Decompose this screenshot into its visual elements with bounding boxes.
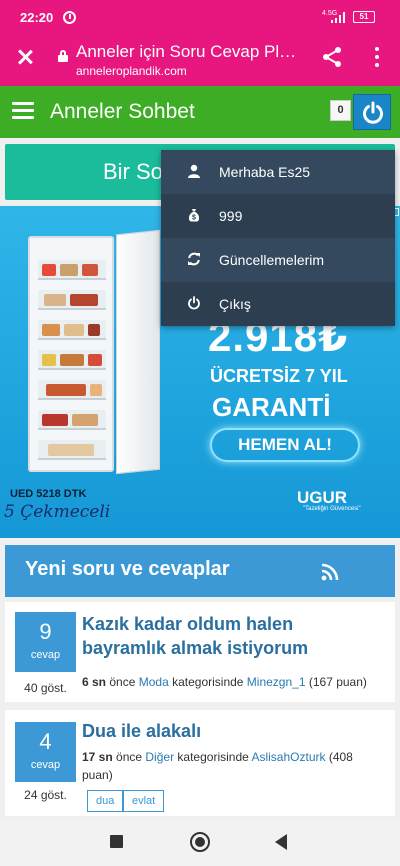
ad-brand-tagline: "Tazeliğin Güvencesi" (303, 506, 361, 512)
answer-count-box: 4 cevap (15, 722, 76, 782)
ad-buy-now-button[interactable]: HEMEN AL! (210, 428, 360, 462)
status-bar: 22:20 4.5G 51 (0, 0, 400, 36)
menu-item-points[interactable]: $ 999 (161, 194, 395, 238)
menu-item-updates-label: Güncellemelerim (219, 252, 325, 268)
answer-count-box: 9 cevap (15, 612, 76, 672)
more-options-icon[interactable] (367, 46, 387, 68)
svg-text:$: $ (192, 215, 196, 222)
menu-item-profile[interactable]: Merhaba Es25 (161, 150, 395, 194)
status-time: 22:20 (20, 10, 54, 25)
tag-dua[interactable]: dua (87, 790, 124, 812)
browser-toolbar: Anneler için Soru Cevap Platf… annelerop… (0, 36, 400, 86)
question-meta: 6 sn önce Moda kategorisinde Minezgn_1 (… (82, 673, 382, 691)
answer-count: 4 (39, 729, 52, 754)
share-icon[interactable] (321, 46, 343, 68)
money-bag-icon: $ (188, 209, 200, 222)
menu-item-profile-label: Merhaba Es25 (219, 164, 311, 180)
recent-apps-icon[interactable] (110, 835, 123, 848)
freezer-image (28, 236, 114, 472)
question-title-link[interactable]: Kazık kadar oldum halen bayramlık almak … (82, 612, 382, 660)
view-count: 24 göst. (24, 788, 67, 802)
close-icon[interactable] (12, 44, 38, 70)
question-title-link[interactable]: Dua ile alakalı (82, 719, 382, 743)
tag-evlat[interactable]: evlat (123, 790, 165, 812)
ad-model-description: 5 Çekmeceli (4, 502, 111, 522)
question-category-link[interactable]: Diğer (145, 750, 174, 764)
feed-header: Yeni soru ve cevaplar (5, 545, 395, 597)
battery-icon: 51 (353, 11, 375, 23)
question-category-link[interactable]: Moda (139, 675, 169, 689)
notification-count-badge[interactable]: 0 (330, 100, 351, 121)
site-logo-text[interactable]: Anneler Sohbet (50, 100, 195, 124)
home-icon[interactable] (190, 832, 210, 852)
ad-model-number: UED 5218 DTK (10, 488, 87, 500)
question-user-link[interactable]: AslisahOzturk (251, 750, 325, 764)
rss-icon[interactable] (321, 563, 339, 581)
profile-dropdown-menu: Merhaba Es25 $ 999 Güncellemelerim Çıkış (161, 150, 395, 326)
browser-page-title[interactable]: Anneler için Soru Cevap Platf… (76, 42, 302, 62)
question-time: 6 sn (82, 675, 107, 689)
question-time-suffix: önce (112, 750, 146, 764)
ad-warranty-line2: GARANTİ (212, 392, 331, 422)
back-icon[interactable] (275, 834, 287, 850)
ad-brand-logo: UGUR (297, 488, 348, 507)
power-icon (188, 296, 200, 310)
question-user-points: (167 puan) (305, 675, 367, 689)
hamburger-menu-icon[interactable] (12, 102, 34, 120)
question-card[interactable]: 9 cevap 40 göst. Kazık kadar oldum halen… (5, 602, 395, 702)
menu-item-updates[interactable]: Güncellemelerim (161, 238, 395, 282)
answer-count: 9 (39, 619, 52, 644)
signal-icon (331, 12, 345, 23)
refresh-icon (188, 252, 200, 266)
menu-item-logout-label: Çıkış (219, 296, 251, 312)
menu-item-logout[interactable]: Çıkış (161, 282, 395, 326)
lock-icon (58, 50, 68, 62)
user-icon (188, 164, 200, 178)
question-card[interactable]: 4 cevap 24 göst. Dua ile alakalı 17 sn ö… (5, 710, 395, 816)
menu-item-points-label: 999 (219, 208, 243, 224)
question-time: 17 sn (82, 750, 113, 764)
answer-label: cevap (30, 649, 61, 661)
answer-label: cevap (30, 759, 61, 771)
system-navigation-bar (0, 818, 400, 866)
question-category-suffix: kategorisinde (174, 750, 252, 764)
ad-warranty-line1: ÜCRETSİZ 7 YIL (210, 366, 348, 386)
view-count: 40 göst. (24, 681, 67, 695)
question-category-suffix: kategorisinde (168, 675, 247, 689)
power-icon (363, 101, 383, 124)
freezer-door-image (116, 229, 160, 475)
question-meta: 17 sn önce Diğer kategorisinde AslisahOz… (82, 748, 382, 784)
profile-menu-button[interactable] (353, 94, 391, 130)
question-time-suffix: önce (106, 675, 139, 689)
question-user-link[interactable]: Minezgn_1 (247, 675, 306, 689)
browser-url[interactable]: anneleroplandik.com (76, 64, 187, 78)
alarm-icon (63, 11, 76, 24)
feed-title: Yeni soru ve cevaplar (25, 558, 230, 580)
site-header: Anneler Sohbet 0 (0, 86, 400, 138)
